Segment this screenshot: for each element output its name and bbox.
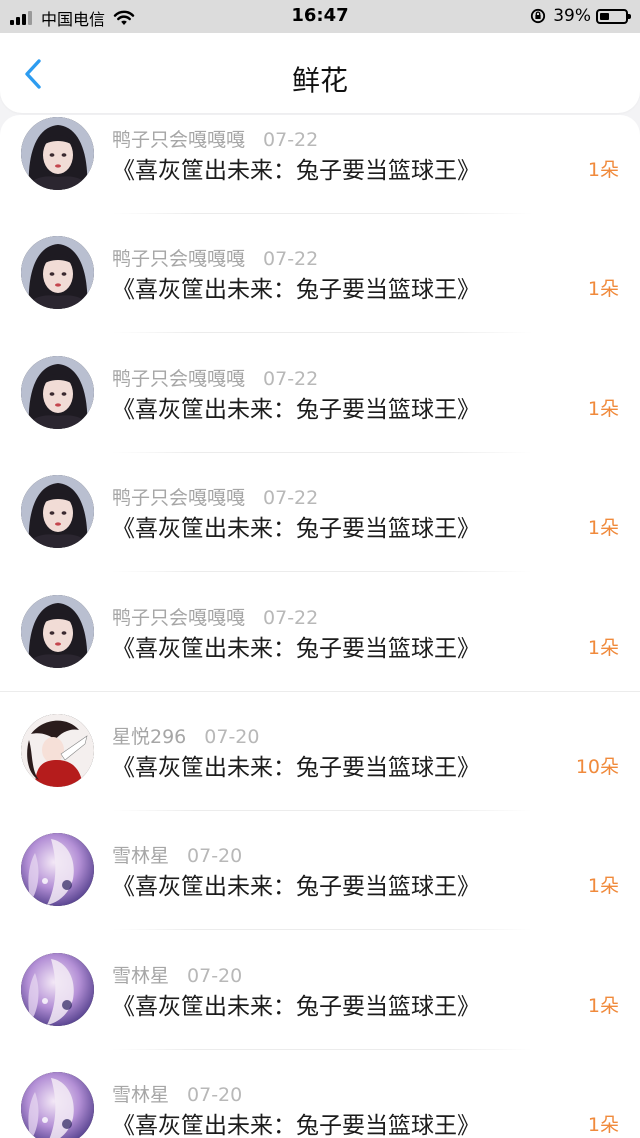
book-title: 《喜灰筐出未来：兔子要当篮球王》 — [112, 158, 480, 184]
flower-count: 1朵 — [587, 994, 619, 1017]
list-item[interactable]: 鸭子只会嘎嘎嘎 07-22 《喜灰筐出未来：兔子要当篮球王》 1朵 — [0, 473, 640, 592]
book-title: 《喜灰筐出未来：兔子要当篮球王》 — [112, 874, 480, 901]
divider — [0, 690, 640, 692]
book-title: 《喜灰筐出未来：兔子要当篮球王》 — [112, 277, 480, 304]
dark-hair-avatar-icon[interactable] — [21, 594, 94, 668]
divider — [112, 809, 532, 811]
username: 鸭子只会嘎嘎嘎 — [112, 367, 246, 390]
item-meta: 雪林星 07-20 — [112, 1080, 242, 1107]
item-meta: 雪林星 07-20 — [112, 841, 242, 868]
book-title: 《喜灰筐出未来：兔子要当篮球王》 — [112, 1113, 480, 1138]
username: 星悦296 — [112, 725, 187, 748]
dark-hair-avatar-icon[interactable] — [21, 475, 94, 549]
item-meta: 雪林星 07-20 — [112, 961, 242, 988]
list-item[interactable]: 鸭子只会嘎嘎嘎 07-22 《喜灰筐出未来：兔子要当篮球王》 1朵 — [0, 354, 640, 473]
book-title: 《喜灰筐出未来：兔子要当篮球王》 — [112, 635, 480, 662]
username: 鸭子只会嘎嘎嘎 — [112, 606, 246, 629]
book-title: 《喜灰筐出未来：兔子要当篮球王》 — [112, 993, 480, 1020]
divider — [112, 1048, 532, 1050]
list-item[interactable]: 鸭子只会嘎嘎嘎 07-22 《喜灰筐出未来：兔子要当篮球王》 1朵 — [0, 234, 640, 353]
divider — [112, 929, 532, 931]
list-item[interactable]: 鸭子只会嘎嘎嘎 07-22 《喜灰筐出未来：兔子要当篮球王》 1朵 — [0, 593, 640, 712]
list-item[interactable]: 雪林星 07-20 《喜灰筐出未来：兔子要当篮球王》 1朵 — [0, 951, 640, 1070]
status-right: 39% — [530, 6, 631, 26]
page-title: 鲜花 — [291, 64, 348, 97]
date: 07-20 — [187, 845, 243, 868]
dark-hair-avatar-icon[interactable] — [21, 236, 94, 310]
flower-count: 1朵 — [587, 517, 619, 540]
list-item[interactable]: 鸭子只会嘎嘎嘎 07-22 《喜灰筐出未来：兔子要当篮球王》 1朵 — [0, 115, 640, 234]
username: 鸭子只会嘎嘎嘎 — [112, 487, 246, 510]
flower-count: 1朵 — [587, 636, 619, 659]
item-meta: 鸭子只会嘎嘎嘎 07-22 — [112, 603, 318, 630]
book-title: 《喜灰筐出未来：兔子要当篮球王》 — [112, 396, 480, 423]
purple-anime-avatar-icon[interactable] — [21, 952, 94, 1026]
username: 鸭子只会嘎嘎嘎 — [112, 129, 246, 151]
flower-count: 1朵 — [587, 875, 619, 898]
date: 07-20 — [187, 1084, 243, 1107]
flower-count: 1朵 — [587, 397, 619, 420]
dark-hair-avatar-icon[interactable] — [21, 355, 94, 429]
divider — [112, 451, 532, 453]
battery-icon — [596, 8, 631, 24]
divider — [112, 213, 532, 214]
username: 鸭子只会嘎嘎嘎 — [112, 248, 246, 271]
rotation-lock-icon — [531, 8, 546, 24]
dark-hair-avatar-icon[interactable] — [21, 117, 94, 190]
list-item[interactable]: 星悦296 07-20 《喜灰筐出未来：兔子要当篮球王》 10朵 — [0, 712, 640, 831]
item-meta: 鸭子只会嘎嘎嘎 07-22 — [112, 483, 318, 510]
purple-anime-avatar-icon[interactable] — [21, 1072, 94, 1138]
flower-list: 鸭子只会嘎嘎嘎 07-22 《喜灰筐出未来：兔子要当篮球王》 1朵 鸭子只会嘎嘎嘎… — [0, 115, 640, 1138]
flower-count: 1朵 — [587, 1114, 619, 1137]
purple-anime-avatar-icon[interactable] — [21, 833, 94, 907]
flower-count: 1朵 — [587, 159, 619, 181]
red-anime-avatar-icon[interactable] — [21, 713, 94, 787]
book-title: 《喜灰筐出未来：兔子要当篮球王》 — [112, 754, 480, 781]
item-meta: 鸭子只会嘎嘎嘎 07-22 — [112, 244, 318, 271]
list-item[interactable]: 雪林星 07-20 《喜灰筐出未来：兔子要当篮球王》 1朵 — [0, 1070, 640, 1138]
item-meta: 鸭子只会嘎嘎嘎 07-22 — [112, 125, 318, 152]
status-bar: 中国电信 16:47 39% — [0, 0, 640, 33]
date: 07-22 — [263, 487, 319, 510]
list-item[interactable]: 雪林星 07-20 《喜灰筐出未来：兔子要当篮球王》 1朵 — [0, 831, 640, 950]
item-meta: 星悦296 07-20 — [112, 722, 259, 749]
date: 07-22 — [263, 129, 319, 151]
flower-count: 10朵 — [575, 755, 619, 778]
divider — [112, 571, 532, 573]
book-title: 《喜灰筐出未来：兔子要当篮球王》 — [112, 516, 480, 543]
username: 雪林星 — [112, 845, 170, 868]
username: 雪林星 — [112, 964, 170, 987]
item-meta: 鸭子只会嘎嘎嘎 07-22 — [112, 364, 318, 391]
username: 雪林星 — [112, 1084, 170, 1107]
nav-header: 鲜花 — [0, 33, 640, 113]
battery-percent: 39% — [553, 6, 591, 26]
flower-count: 1朵 — [587, 278, 619, 301]
date: 07-22 — [263, 367, 319, 390]
date: 07-22 — [263, 606, 319, 629]
date: 07-22 — [263, 248, 319, 271]
date: 07-20 — [187, 964, 243, 987]
date: 07-20 — [204, 725, 260, 748]
divider — [112, 332, 532, 334]
battery-level — [600, 12, 609, 20]
